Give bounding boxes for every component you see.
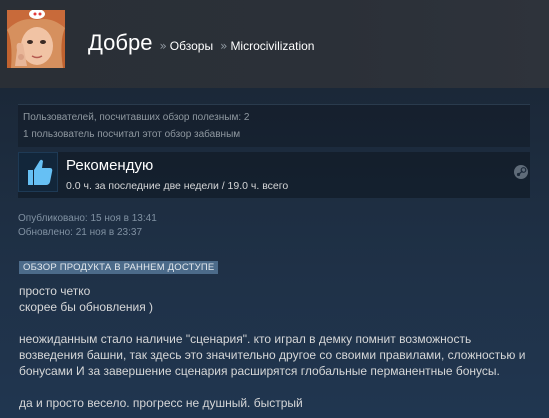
helpful-count: Пользователей, посчитавших обзор полезны… [23,112,250,123]
review-paragraph: да и просто весело. прогресс не душный. … [19,396,303,410]
breadcrumb-game-link[interactable]: Microcivilization [230,39,314,53]
profile-header: Добре » Обзоры » Microcivilization [0,0,549,88]
review-line: скорее бы обновления ) [19,300,154,314]
review-dates: Опубликовано: 15 ноя в 13:41 Обновлено: … [18,212,157,240]
steam-icon [514,165,528,179]
thumbs-up-icon [18,152,58,192]
breadcrumb: Добре » Обзоры » Microcivilization [88,30,314,56]
recommendation-title: Рекомендую [66,157,154,174]
early-access-badge: ОБЗОР ПРОДУКТА В РАННЕМ ДОСТУПЕ [19,261,219,274]
review-line: просто четко [19,284,91,298]
updated-date: Обновлено: 21 ноя в 23:37 [18,227,143,238]
playtime: 0.0 ч. за последние две недели / 19.0 ч.… [66,180,289,192]
published-date: Опубликовано: 15 ноя в 13:41 [18,213,157,224]
breadcrumb-reviews-link[interactable]: Обзоры [170,39,213,53]
avatar-frame[interactable] [5,8,67,70]
breadcrumb-separator: » [159,39,167,53]
funny-count: 1 пользователь посчитал этот обзор забав… [23,129,241,140]
recommendation-box: Рекомендую 0.0 ч. за последние две недел… [18,152,530,198]
vote-info: Пользователей, посчитавших обзор полезны… [18,104,530,147]
breadcrumb-separator: » [220,39,228,53]
avatar[interactable] [7,10,65,68]
review-body: просто четко скорее бы обновления ) неож… [19,283,531,411]
username-link[interactable]: Добре [88,30,152,56]
review-paragraph: неожиданным стало наличие "сценария". кт… [19,332,526,378]
